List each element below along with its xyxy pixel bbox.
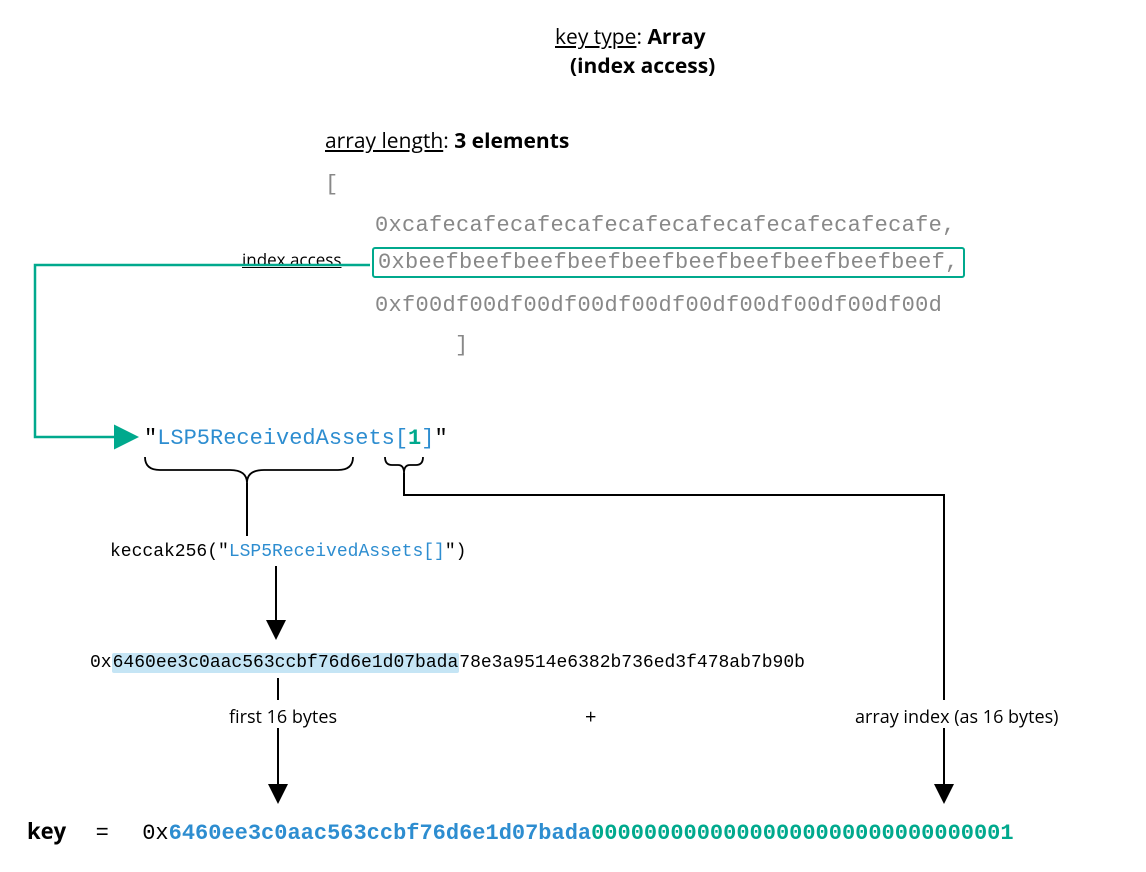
key-index-part: 1 — [408, 426, 421, 451]
hash-result: 0x6460ee3c0aac563ccbf76d6e1d07bada78e3a9… — [90, 653, 805, 673]
diagram-container: key type: Array (index access) array len… — [0, 0, 1146, 872]
quote-open: " — [144, 426, 157, 451]
first-16-label: first 16 bytes — [229, 705, 337, 729]
array-length-line: array length: 3 elements — [325, 127, 569, 155]
array-length-value: 3 elements — [454, 127, 569, 155]
hash-prefix: 0x — [90, 653, 112, 673]
final-key-blue: 6460ee3c0aac563ccbf76d6e1d07bada — [169, 821, 591, 846]
key-type-value: Array — [647, 23, 705, 51]
plus-label: + — [585, 703, 596, 730]
final-key-equals: = — [96, 821, 109, 846]
key-name-part: LSP5ReceivedAssets[ — [157, 426, 408, 451]
hash-highlight: 6460ee3c0aac563ccbf76d6e1d07bada — [112, 653, 460, 673]
key-type-line: key type: Array — [555, 23, 706, 51]
array-item-1: 0xbeefbeefbeefbeefbeefbeefbeefbeefbeefbe… — [372, 247, 965, 278]
final-key-row: key = 0x6460ee3c0aac563ccbf76d6e1d07bada… — [27, 816, 1014, 846]
key-type-label: key type — [555, 23, 636, 51]
quote-close: " — [434, 426, 447, 451]
hash-rest: 78e3a9514e6382b736ed3f478ab7b90b — [459, 653, 805, 673]
final-key-label: key — [27, 816, 66, 846]
array-index-label: array index (as 16 bytes) — [855, 705, 1058, 729]
array-item-1-wrapper: 0xbeefbeefbeefbeefbeefbeefbeefbeefbeefbe… — [372, 250, 965, 275]
keccak-name: LSP5ReceivedAssets[] — [229, 542, 445, 562]
keccak-prefix: keccak256(" — [110, 542, 229, 562]
final-key-prefix: 0x — [142, 821, 168, 846]
array-close-bracket: ] — [455, 333, 468, 358]
key-close-part: ] — [421, 426, 434, 451]
array-item-2: 0xf00df00df00df00df00df00df00df00df00df0… — [375, 293, 942, 318]
keccak-suffix: ") — [445, 542, 467, 562]
array-length-label: array length — [325, 127, 443, 155]
keccak-line: keccak256("LSP5ReceivedAssets[]") — [110, 542, 466, 562]
final-key-green: 00000000000000000000000000000001 — [591, 821, 1013, 846]
index-access-note: (index access) — [570, 52, 715, 80]
index-access-label: index access — [242, 248, 341, 271]
key-expression: "LSP5ReceivedAssets[1]" — [144, 426, 448, 451]
array-open-bracket: [ — [325, 172, 338, 197]
array-item-0: 0xcafecafecafecafecafecafecafecafecafeca… — [375, 213, 956, 238]
